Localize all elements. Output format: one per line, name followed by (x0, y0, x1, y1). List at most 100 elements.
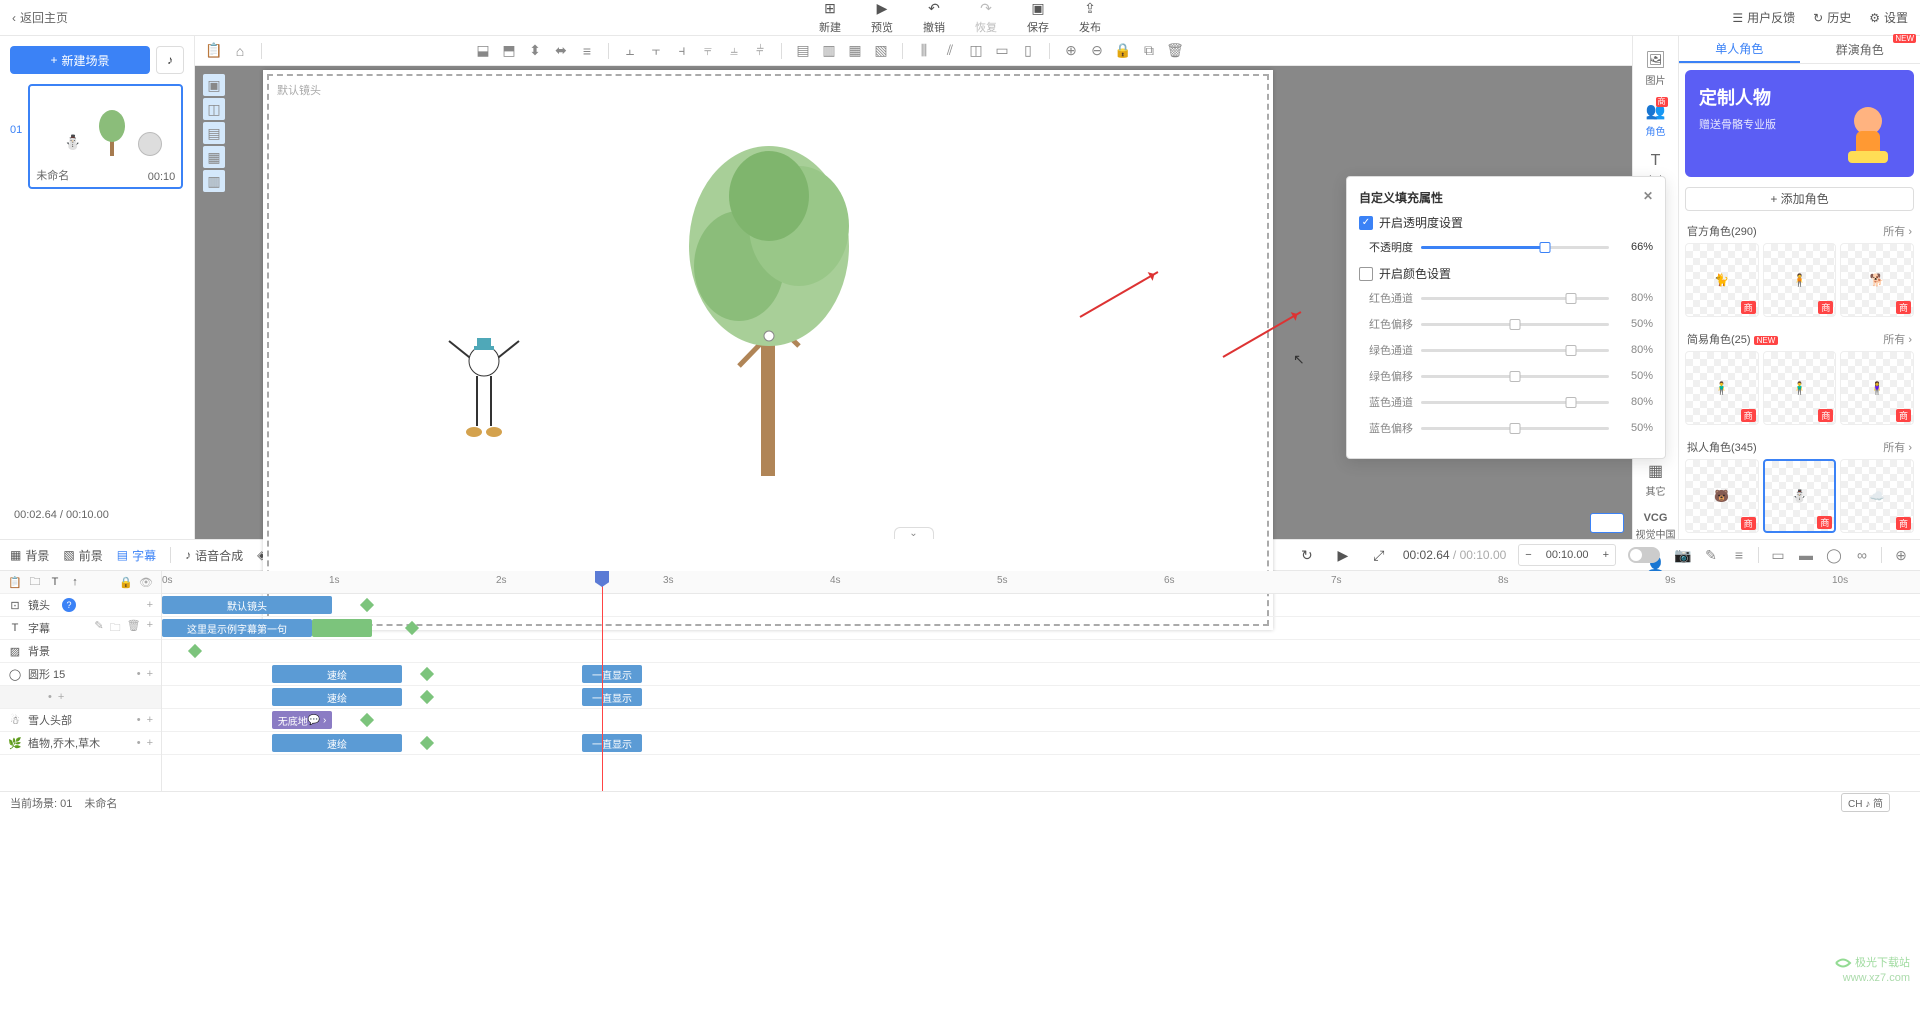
character-card[interactable]: ⛄商 (1763, 459, 1837, 533)
align-v-center-icon[interactable]: ⬍ (526, 42, 544, 60)
group-icon[interactable]: ▣ (203, 74, 225, 96)
bring-forward-icon[interactable]: ▤ (794, 42, 812, 60)
lock3-icon[interactable]: 🔒 (119, 575, 133, 589)
settings-link[interactable]: ⚙设置 (1869, 9, 1908, 26)
tab-group-character[interactable]: 群演角色NEW (1800, 36, 1920, 63)
tab-background[interactable]: ▦背景 (10, 547, 49, 564)
keyframe[interactable] (188, 644, 202, 658)
redo-button[interactable]: ↷恢复 (975, 1, 997, 35)
align-left-icon[interactable]: ⫠ (621, 42, 639, 60)
rail-vcg[interactable]: VCG视觉中国 (1636, 512, 1676, 541)
tab-foreground[interactable]: ▧前景 (63, 547, 102, 564)
new-scene-button[interactable]: +新建场景 (10, 46, 150, 74)
track-background[interactable]: 背景 (28, 643, 50, 659)
track-camera[interactable]: 镜头 (28, 597, 50, 613)
keyframe[interactable] (360, 598, 374, 612)
track-view2-icon[interactable]: ▬ (1797, 546, 1815, 564)
align-right-icon[interactable]: ⫞ (673, 42, 691, 60)
publish-button[interactable]: ⇪发布 (1079, 1, 1101, 35)
distribute-h-icon[interactable]: ⫼ (915, 42, 933, 60)
tool4-icon[interactable]: ▦ (203, 146, 225, 168)
align-top2-icon[interactable]: ⫧ (699, 42, 717, 60)
custom-character-banner[interactable]: 定制人物 赠送骨骼专业版 (1685, 70, 1914, 177)
tree-graphic[interactable] (669, 136, 869, 476)
rail-image[interactable]: 🖼图片 (1645, 50, 1665, 87)
preview-button[interactable]: ▶预览 (871, 1, 893, 35)
help-icon[interactable]: ? (62, 598, 76, 612)
camera-icon[interactable]: 📷 (1674, 546, 1692, 564)
snowman-graphic[interactable] (439, 326, 529, 446)
color-slider[interactable] (1421, 401, 1609, 404)
align-h-center-icon[interactable]: ⬌ (552, 42, 570, 60)
tab-single-character[interactable]: 单人角色 (1679, 36, 1800, 63)
track-view-icon[interactable]: ▭ (1769, 546, 1787, 564)
align-top-icon[interactable]: ⬒ (500, 42, 518, 60)
keyframe[interactable] (405, 621, 419, 635)
playhead[interactable] (602, 571, 603, 791)
keyframe[interactable] (420, 736, 434, 750)
tool3-icon[interactable]: ▤ (203, 122, 225, 144)
copy-icon[interactable]: ⧉ (1140, 42, 1158, 60)
track-plant[interactable]: 植物,乔木,草木 (28, 735, 100, 751)
draw-clip[interactable]: 速绘 (272, 688, 402, 706)
nofloor-clip[interactable]: 无底地 💬 › (272, 711, 332, 729)
rail-other[interactable]: ▦其它 (1646, 461, 1666, 498)
delete-icon[interactable]: 🗑 (1166, 42, 1184, 60)
all-link[interactable]: 所有 › (1883, 223, 1912, 239)
feedback-link[interactable]: ☰用户反馈 (1732, 9, 1795, 26)
align-middle-icon[interactable]: ⫨ (725, 42, 743, 60)
circle-icon[interactable]: ◯ (1825, 546, 1843, 564)
show-clip[interactable]: 一直显示 (582, 734, 642, 752)
align-bottom-icon[interactable]: ⬓ (474, 42, 492, 60)
all-link[interactable]: 所有 › (1883, 439, 1912, 455)
keyframe[interactable] (420, 667, 434, 681)
lock-icon[interactable]: 🔒 (1114, 42, 1132, 60)
all-link[interactable]: 所有 › (1883, 331, 1912, 347)
keyframe[interactable] (360, 713, 374, 727)
character-card[interactable]: 🐕商 (1840, 243, 1914, 317)
track-shape[interactable]: 圆形 15 (28, 666, 65, 682)
eye-icon[interactable]: 👁 (139, 575, 153, 589)
color-slider[interactable] (1421, 297, 1609, 300)
send-backward-icon[interactable]: ▥ (820, 42, 838, 60)
edit2-icon[interactable]: ✎ (1702, 546, 1720, 564)
character-card[interactable]: 🧍商 (1763, 243, 1837, 317)
back-to-home[interactable]: ‹ 返回主页 (12, 9, 68, 26)
text2-icon[interactable]: T (48, 575, 62, 589)
show-clip[interactable]: 一直显示 (582, 665, 642, 683)
send-back-icon[interactable]: ▧ (872, 42, 890, 60)
tab-tts[interactable]: ♪语音合成 (185, 547, 243, 564)
subtitle-clip[interactable]: 这里是示例字幕第一句 (162, 619, 312, 637)
character-card[interactable]: 🐻商 (1685, 459, 1759, 533)
color-slider[interactable] (1421, 323, 1609, 326)
list-icon[interactable]: ≡ (1730, 546, 1748, 564)
camera-clip[interactable]: 默认镜头 (162, 596, 332, 614)
character-card[interactable]: 🧍‍♂️商 (1685, 351, 1759, 425)
color-slider[interactable] (1421, 349, 1609, 352)
clipboard-icon[interactable]: 📋 (8, 575, 22, 589)
tab-subtitle[interactable]: ▤字幕 (117, 547, 156, 564)
home-icon[interactable]: ⌂ (231, 42, 249, 60)
m2-icon[interactable]: ▭ (993, 42, 1011, 60)
ime-indicator[interactable]: CH ♪ 简 (1841, 793, 1890, 812)
rewind-button[interactable]: ↻ (1295, 543, 1319, 567)
play-button[interactable]: ▶ (1331, 543, 1355, 567)
draw-clip[interactable]: 速绘 (272, 734, 402, 752)
plus-icon[interactable]: + (1597, 549, 1615, 561)
music-note-button[interactable]: ♪ (156, 46, 184, 74)
enable-opacity-checkbox[interactable]: ✓ (1359, 216, 1373, 230)
keyframe[interactable] (420, 690, 434, 704)
character-card[interactable]: 🧍‍♀️商 (1840, 351, 1914, 425)
canvas-aspect-indicator[interactable] (1590, 513, 1624, 533)
close-icon[interactable]: ✕ (1643, 189, 1653, 206)
infinity-icon[interactable]: ∞ (1853, 546, 1871, 564)
canvas[interactable]: 默认镜头 (263, 70, 1273, 630)
align-center-icon[interactable]: ⫟ (647, 42, 665, 60)
up-icon[interactable]: ↑ (68, 575, 82, 589)
zoom-out-icon[interactable]: ⊖ (1088, 42, 1106, 60)
collapse-canvas[interactable]: ⌄ (894, 527, 934, 539)
minus-icon[interactable]: − (1519, 549, 1537, 561)
character-card[interactable]: 🧍‍♂️商 (1763, 351, 1837, 425)
save-button[interactable]: ▣保存 (1027, 1, 1049, 35)
scene-thumbnail[interactable]: ⛄ 未命名 00:10 (28, 84, 183, 189)
